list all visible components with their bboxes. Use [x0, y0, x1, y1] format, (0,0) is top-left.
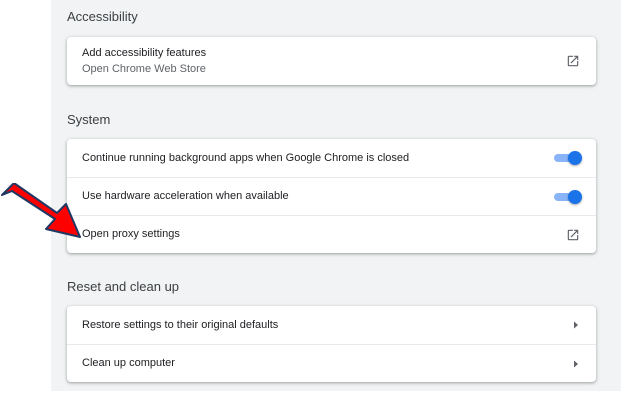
- section-title-system: System: [67, 112, 111, 127]
- row-text: Clean up computer: [82, 356, 572, 371]
- accessibility-card: Add accessibility features Open Chrome W…: [67, 37, 596, 85]
- hardware-acceleration-toggle[interactable]: [554, 189, 582, 204]
- background-apps-toggle[interactable]: [554, 151, 582, 165]
- system-card: Continue running background apps when Go…: [67, 139, 596, 253]
- background-apps-label: Continue running background apps when Go…: [82, 151, 410, 164]
- reset-card: Restore settings to their original defau…: [67, 306, 596, 382]
- restore-defaults-row[interactable]: Restore settings to their original defau…: [67, 306, 596, 344]
- chevron-right-icon[interactable]: [572, 320, 580, 330]
- row-text: Use hardware acceleration when available: [82, 189, 554, 204]
- background-apps-row[interactable]: Continue running background apps when Go…: [67, 139, 596, 177]
- row-text: Add accessibility features Open Chrome W…: [82, 46, 566, 77]
- row-text: Open proxy settings: [82, 227, 566, 242]
- clean-up-computer-row[interactable]: Clean up computer: [67, 344, 596, 382]
- toggle-knob: [568, 189, 582, 204]
- open-in-new-icon[interactable]: [566, 54, 580, 68]
- section-title-reset: Reset and clean up: [67, 279, 180, 294]
- hardware-acceleration-row[interactable]: Use hardware acceleration when available: [67, 177, 596, 215]
- red-annotation-arrow: [1, 183, 81, 238]
- open-proxy-settings-row[interactable]: Open proxy settings: [67, 215, 596, 253]
- clean-up-computer-label: Clean up computer: [82, 357, 175, 369]
- add-accessibility-label: Add accessibility features: [82, 46, 207, 59]
- toggle-knob: [568, 151, 582, 165]
- section-title-accessibility: Accessibility: [67, 9, 138, 24]
- row-text: Continue running background apps when Go…: [82, 151, 554, 166]
- hardware-acceleration-label: Use hardware acceleration when available: [82, 190, 289, 202]
- restore-defaults-label: Restore settings to their original defau…: [82, 318, 279, 331]
- chevron-right-icon[interactable]: [572, 359, 580, 369]
- open-proxy-settings-label: Open proxy settings: [82, 228, 180, 240]
- row-text: Restore settings to their original defau…: [82, 318, 572, 333]
- add-accessibility-features-row[interactable]: Add accessibility features Open Chrome W…: [67, 37, 596, 85]
- open-web-store-sublabel: Open Chrome Web Store: [82, 62, 206, 75]
- open-in-new-icon[interactable]: [566, 228, 580, 242]
